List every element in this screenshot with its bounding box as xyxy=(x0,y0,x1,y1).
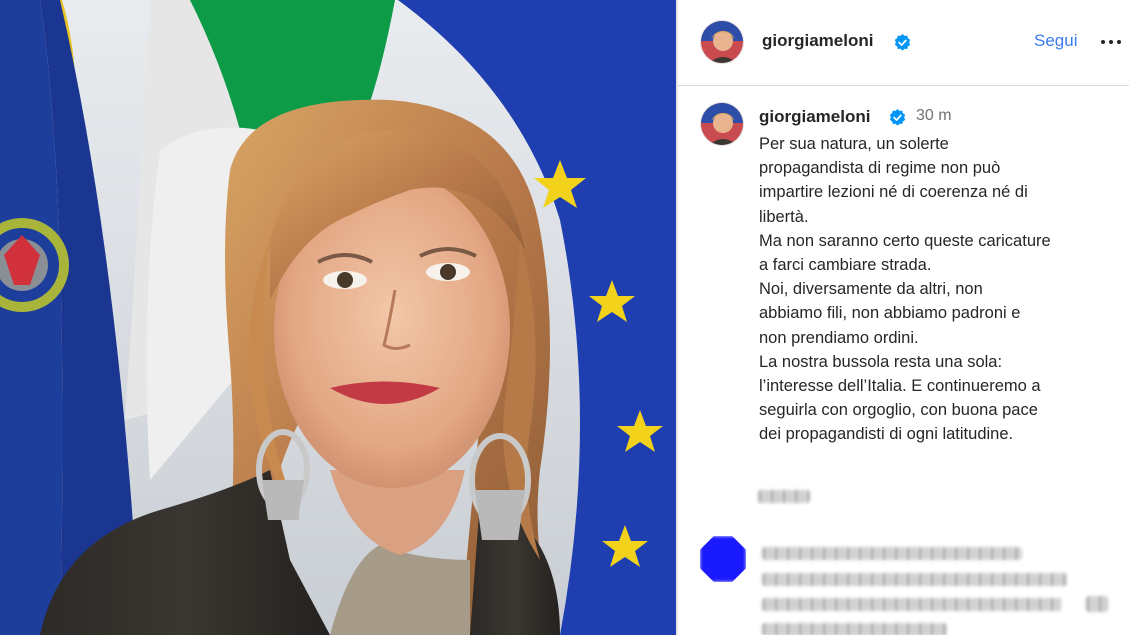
caption-line: Per sua natura, un solerte xyxy=(759,135,949,153)
blurred-like-icon xyxy=(1086,596,1108,612)
blurred-comment-text xyxy=(762,623,947,635)
blurred-comment-text xyxy=(762,598,1062,611)
blurred-text xyxy=(758,490,810,503)
caption-line: Ma non saranno certo queste caricature xyxy=(759,231,1051,250)
selfie-image xyxy=(0,0,676,635)
caption-line: Noi, diversamente da altri, non xyxy=(759,280,983,299)
caption-line: La nostra bussola resta una sola: xyxy=(759,352,1003,371)
caption-line: impartire lezioni né di coerenza né di xyxy=(759,183,1028,202)
caption-line: dei propagandisti di ogni latitudine. xyxy=(759,425,1014,444)
post-header: giorgiameloni Segui xyxy=(678,0,1129,86)
caption-line: propagandista di regime non può xyxy=(759,159,1001,178)
caption-author-username[interactable]: giorgiameloni xyxy=(759,107,870,127)
caption-text: Per sua natura, un solerte propagandista… xyxy=(759,132,1109,447)
author-avatar[interactable] xyxy=(700,20,744,64)
blurred-commenter-avatar xyxy=(700,536,746,582)
more-options-icon[interactable] xyxy=(1100,27,1124,51)
caption-line: abbiamo fili, non abbiamo padroni e xyxy=(759,304,1021,323)
caption-line: non prendiamo ordini. xyxy=(759,328,919,347)
caption-author-avatar[interactable] xyxy=(700,102,744,146)
caption-line: l’interesse dell’Italia. E continueremo … xyxy=(759,377,1041,396)
caption-line: seguirla con orgoglio, con buona pace xyxy=(759,401,1038,420)
caption-line: a farci cambiare strada. xyxy=(759,256,932,275)
verified-badge-icon xyxy=(894,34,911,51)
caption-line: libertà. xyxy=(759,207,809,226)
author-username[interactable]: giorgiameloni xyxy=(762,31,873,51)
blurred-comment-text xyxy=(762,547,1022,560)
post-photo[interactable] xyxy=(0,0,676,635)
post-side-panel: giorgiameloni Segui giorgiameloni 30 m P… xyxy=(678,0,1129,635)
follow-button[interactable]: Segui xyxy=(1034,31,1077,51)
blurred-comment-text xyxy=(762,573,1067,586)
verified-badge-icon xyxy=(889,109,906,126)
post-timestamp[interactable]: 30 m xyxy=(916,107,952,125)
